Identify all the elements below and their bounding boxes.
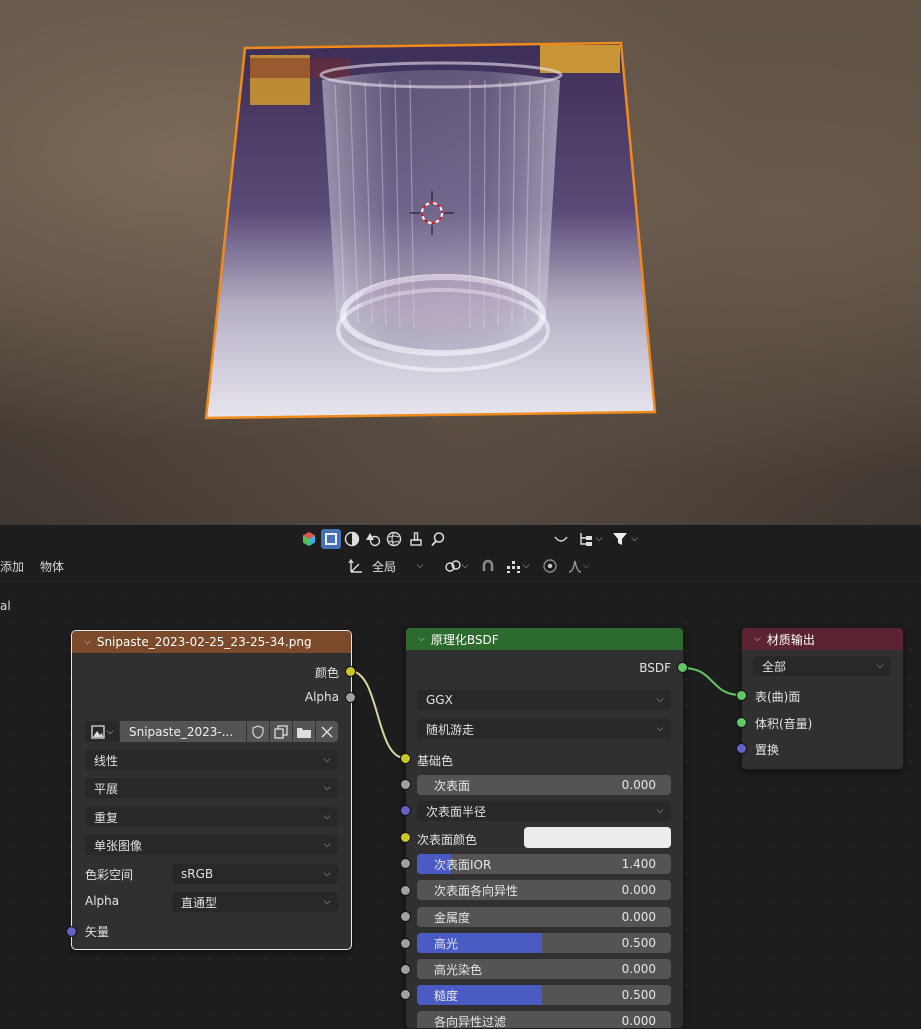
- socket-displacement-in[interactable]: [736, 743, 747, 754]
- snap-magnet-icon[interactable]: [478, 556, 498, 576]
- snap-pivot-icon[interactable]: ⌵: [440, 556, 472, 576]
- transform-space-select[interactable]: 全局 ⌵: [365, 556, 431, 576]
- socket-image-color-out[interactable]: [345, 666, 356, 677]
- output-color-label: 颜色: [314, 666, 339, 680]
- bsdf-node-header[interactable]: ⌵ 原理化BSDF: [406, 628, 683, 650]
- distribution-select[interactable]: GGX ⌵: [417, 690, 671, 710]
- socket-surface-in[interactable]: [736, 690, 747, 701]
- node-shader-type-icon[interactable]: [321, 529, 341, 549]
- search-icon[interactable]: [429, 529, 447, 549]
- image-browse-icon[interactable]: ⌵: [85, 721, 119, 742]
- world-icon[interactable]: [385, 529, 403, 549]
- input-volume-label: 体积(音量): [755, 717, 813, 731]
- extension-select[interactable]: 重复 ⌵: [85, 807, 338, 827]
- socket-subsurface-in[interactable]: [400, 779, 411, 790]
- open-folder-icon[interactable]: [293, 721, 315, 742]
- snap-grid-icon[interactable]: ⌵: [500, 556, 534, 576]
- image-node-header[interactable]: ⌵ Snipaste_2023-02-25_23-25-34.png: [72, 631, 351, 653]
- projection-select[interactable]: 平展 ⌵: [85, 778, 338, 798]
- material-slot-label: al: [0, 599, 11, 613]
- transform-orientation-icon: [345, 556, 367, 576]
- interpolation-select[interactable]: 线性 ⌵: [85, 750, 338, 770]
- collapse-arrow-icon[interactable]: ⌵: [754, 634, 761, 644]
- subsurface-anisotropy-field[interactable]: 次表面各向异性 0.000: [417, 880, 671, 900]
- object-shader-icon[interactable]: [300, 529, 318, 549]
- subsurface-color-swatch[interactable]: [524, 827, 671, 848]
- unlink-close-icon[interactable]: [316, 721, 338, 742]
- menu-add[interactable]: 添加: [0, 558, 24, 575]
- curve-icon[interactable]: [550, 529, 572, 549]
- collapse-arrow-icon[interactable]: ⌵: [418, 634, 425, 644]
- colorspace-label: 色彩空间: [85, 868, 134, 882]
- subsurface-radius-select[interactable]: 次表面半径 ⌵: [417, 801, 671, 821]
- duplicate-icon[interactable]: [270, 721, 292, 742]
- specular-tint-field[interactable]: 高光染色 0.000: [417, 959, 671, 979]
- subsurface-field[interactable]: 次表面 0.000: [417, 775, 671, 795]
- brush-icon[interactable]: [407, 529, 425, 549]
- viewport-scene: [204, 41, 657, 420]
- material-sphere-icon[interactable]: [343, 529, 361, 549]
- socket-subsurface-radius-in[interactable]: [400, 805, 411, 816]
- proportional-edit-icon[interactable]: [540, 556, 560, 576]
- output-alpha-label: Alpha: [304, 690, 339, 704]
- image-node-title: Snipaste_2023-02-25_23-25-34.png: [96, 635, 312, 649]
- alpha-mode-select[interactable]: 直通型 ⌵: [172, 892, 338, 912]
- menu-object[interactable]: 物体: [40, 558, 64, 575]
- socket-bsdf-out[interactable]: [677, 662, 688, 673]
- subsurface-method-select[interactable]: 随机游走 ⌵: [417, 719, 671, 739]
- bsdf-node-title: 原理化BSDF: [430, 632, 499, 647]
- specular-field[interactable]: 高光 0.500: [417, 933, 671, 953]
- output-target-select[interactable]: 全部 ⌵: [753, 656, 891, 676]
- metallic-field[interactable]: 金属度 0.000: [417, 907, 671, 927]
- image-name-field[interactable]: Snipaste_2023-...: [120, 721, 246, 742]
- input-surface-label: 表(曲)面: [755, 690, 801, 704]
- socket-specular-in[interactable]: [400, 938, 411, 949]
- socket-subsurface-anisotropy-in[interactable]: [400, 885, 411, 896]
- filter-icon[interactable]: ⌵: [608, 529, 642, 549]
- socket-metallic-in[interactable]: [400, 911, 411, 922]
- principled-bsdf-node[interactable]: ⌵ 原理化BSDF BSDF GGX ⌵ 随机游走 ⌵ 基础色 次表面 0.000 次…: [405, 627, 684, 1029]
- anisotropic-field[interactable]: 各向异性过滤 0.000: [417, 1011, 671, 1028]
- material-output-node[interactable]: ⌵ 材质输出 全部 ⌵ 表(曲)面 体积(音量) 置换: [741, 627, 904, 770]
- fake-user-shield-icon[interactable]: [247, 721, 269, 742]
- editor-header-bottom: 添加 物体 全局 ⌵ ⌵ ⌵ ⌵: [0, 553, 921, 582]
- falloff-curve-icon[interactable]: ⌵: [562, 556, 594, 576]
- socket-subsurface-ior-in[interactable]: [400, 858, 411, 869]
- alpha-mode-label: Alpha: [85, 894, 120, 908]
- socket-image-vector-in[interactable]: [66, 926, 77, 937]
- socket-specular-tint-in[interactable]: [400, 964, 411, 975]
- image-selector: ⌵ Snipaste_2023-...: [85, 721, 338, 742]
- socket-subsurface-color-in[interactable]: [400, 832, 411, 843]
- colorspace-select[interactable]: sRGB ⌵: [172, 864, 338, 884]
- socket-volume-in[interactable]: [736, 717, 747, 728]
- 3d-viewport[interactable]: [0, 0, 921, 525]
- socket-roughness-in[interactable]: [400, 989, 411, 1000]
- texture-icon[interactable]: [364, 529, 382, 549]
- roughness-field[interactable]: 糙度 0.500: [417, 985, 671, 1005]
- editor-header-top: ⌵ ⌵: [0, 525, 921, 553]
- source-select[interactable]: 单张图像 ⌵: [85, 835, 338, 855]
- subsurface-color-label: 次表面颜色: [417, 833, 478, 847]
- input-vector-label: 矢量: [85, 925, 110, 939]
- image-texture-node[interactable]: ⌵ Snipaste_2023-02-25_23-25-34.png 颜色 Al…: [71, 630, 352, 950]
- output-node-title: 材质输出: [766, 632, 815, 647]
- output-node-header[interactable]: ⌵ 材质输出: [742, 628, 903, 650]
- socket-basecolor-in[interactable]: [400, 753, 411, 764]
- input-basecolor-label: 基础色: [417, 754, 454, 768]
- collapse-arrow-icon[interactable]: ⌵: [84, 637, 91, 647]
- subsurface-ior-field[interactable]: 次表面IOR 1.400: [417, 854, 671, 874]
- hierarchy-dropdown-icon[interactable]: ⌵: [574, 529, 606, 549]
- input-displacement-label: 置换: [755, 743, 780, 757]
- output-bsdf-label: BSDF: [639, 661, 671, 675]
- socket-image-alpha-out[interactable]: [345, 692, 356, 703]
